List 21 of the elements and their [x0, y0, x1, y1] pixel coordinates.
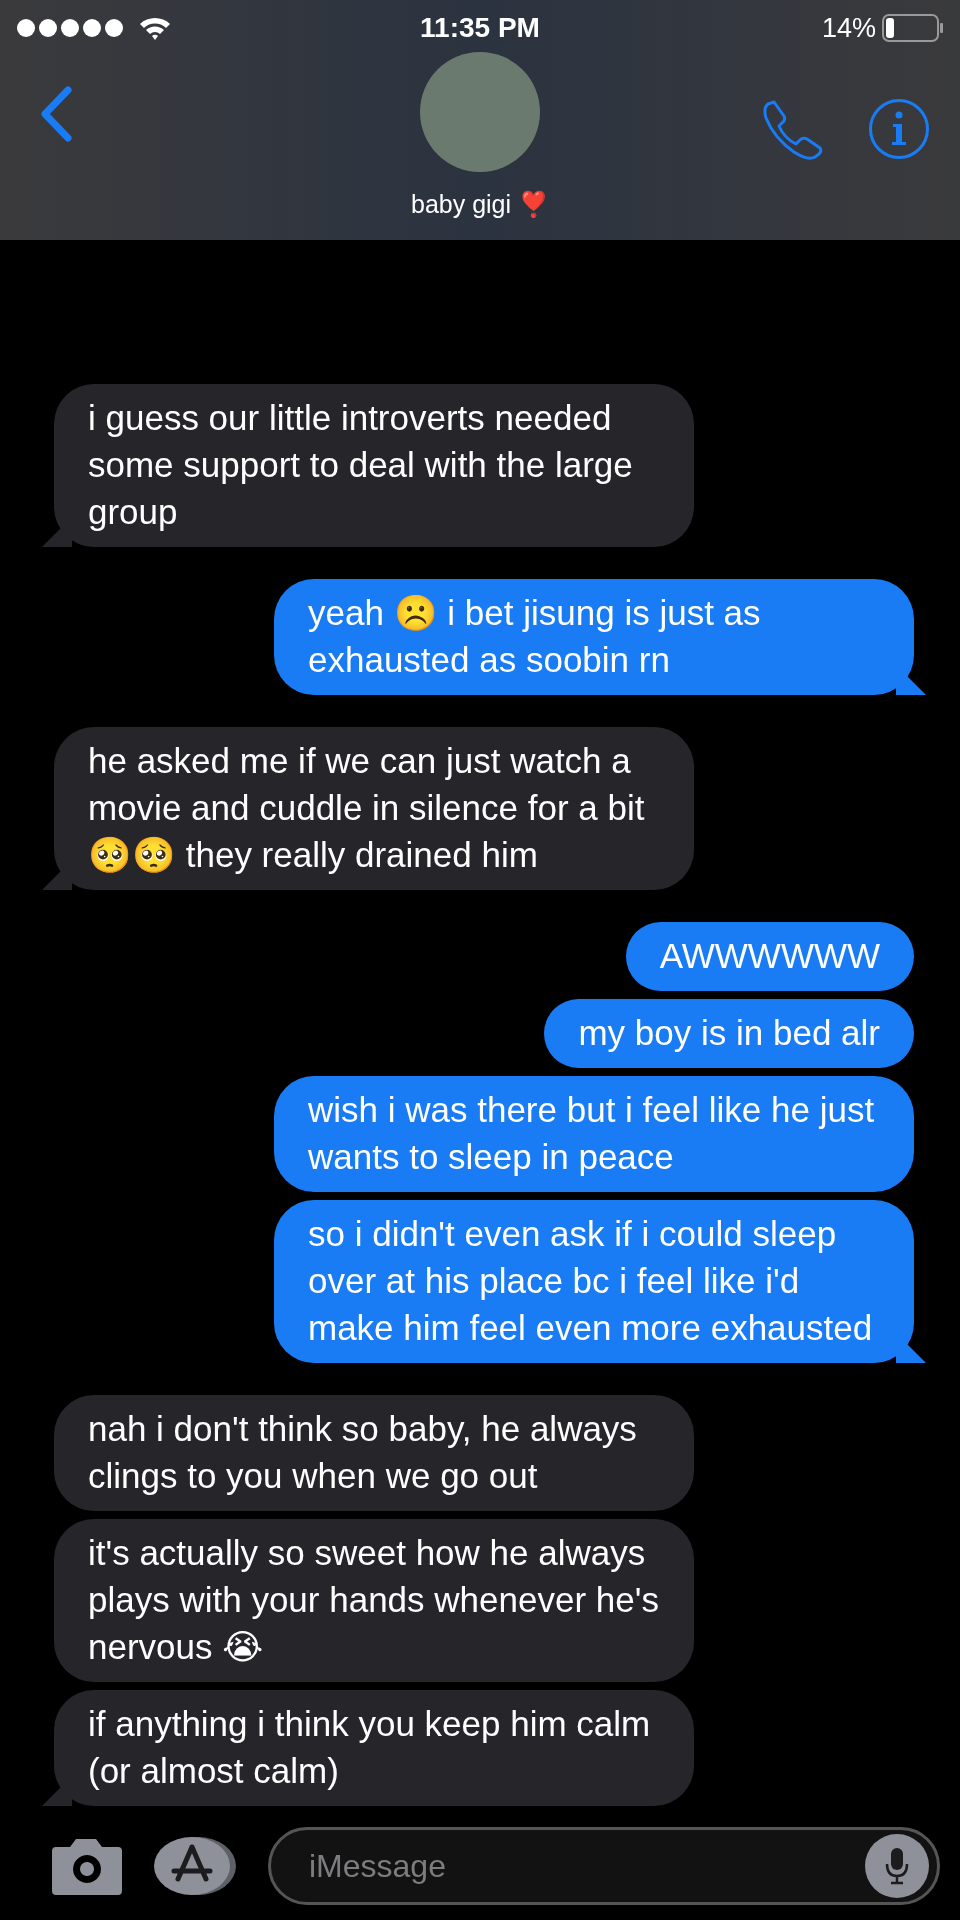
contact-name[interactable]: baby gigi ❣ [411, 190, 549, 219]
info-button[interactable] [868, 98, 930, 160]
message-bubble: it's actually so sweet how he always plays with your hands whenever he's nervous 😭 [54, 1519, 694, 1682]
call-button[interactable] [762, 98, 824, 160]
chevron-left-icon [40, 86, 72, 142]
battery-icon [882, 14, 944, 42]
message-bubble: wish i was there but i feel like he just wants to sleep in peace [274, 1076, 914, 1192]
message-bubble: nah i don't think so baby, he always clings to you when we go out [54, 1395, 694, 1511]
message-bubble: AWWWWWW [625, 922, 914, 991]
wifi-icon [138, 15, 172, 41]
back-button[interactable] [40, 86, 72, 142]
status-time: 11:35 PM [420, 12, 540, 44]
microphone-button[interactable] [865, 1834, 929, 1898]
signal-icon [16, 17, 126, 39]
message-input-field[interactable]: iMessage [307, 1846, 865, 1886]
info-icon [868, 98, 930, 160]
battery-percentage: 14% [821, 12, 876, 44]
phone-icon [762, 98, 824, 160]
message-field[interactable]: iMessage [268, 1827, 940, 1905]
microphone-icon [884, 1846, 910, 1886]
message-bubble: my boy is in bed alr [544, 999, 914, 1068]
